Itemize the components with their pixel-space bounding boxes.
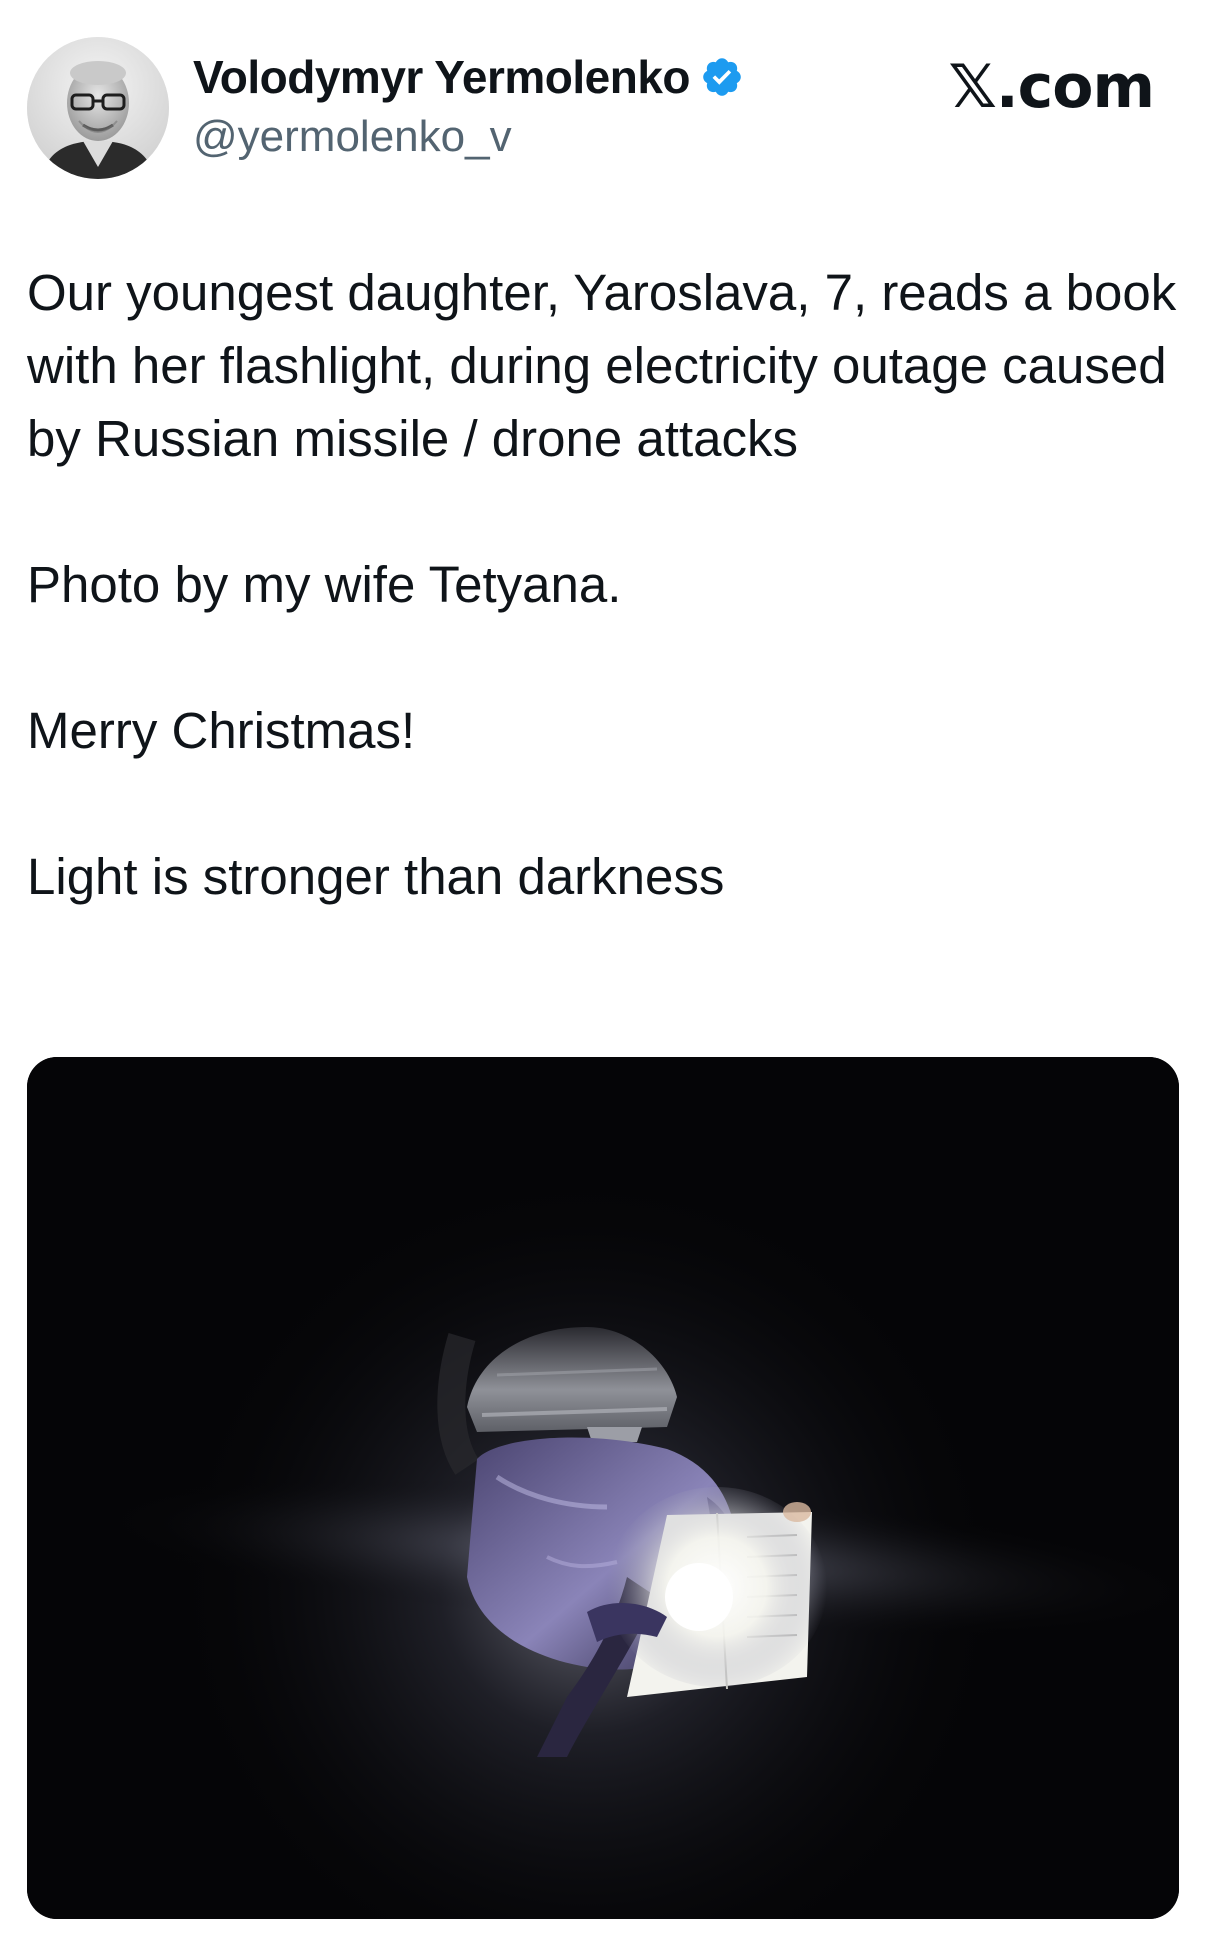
- photo-girl-reading-with-flashlight: [27, 1057, 1179, 1919]
- tweet-paragraph: Photo by my wife Tetyana.: [27, 556, 622, 613]
- x-com-brand: 𝕏.com: [948, 52, 1155, 122]
- tweet-paragraph: Our youngest daughter, Yaroslava, 7, rea…: [27, 264, 1177, 467]
- author-display-name[interactable]: Volodymyr Yermolenko: [193, 50, 691, 104]
- author-handle[interactable]: @yermolenko_v: [193, 112, 744, 162]
- tweet-paragraph: Light is stronger than darkness: [27, 848, 725, 905]
- author-name-row: Volodymyr Yermolenko: [193, 48, 744, 106]
- tweet-header: Volodymyr Yermolenko @yermolenko_v 𝕏.com: [0, 0, 1206, 200]
- tweet-text: Our youngest daughter, Yaroslava, 7, rea…: [27, 256, 1177, 913]
- avatar[interactable]: [27, 37, 169, 179]
- avatar-photo: [27, 37, 169, 179]
- tweet-paragraph: Merry Christmas!: [27, 702, 416, 759]
- tweet-photo[interactable]: [27, 1057, 1179, 1919]
- verified-badge-icon[interactable]: [700, 55, 744, 99]
- author-block[interactable]: Volodymyr Yermolenko @yermolenko_v: [193, 48, 744, 162]
